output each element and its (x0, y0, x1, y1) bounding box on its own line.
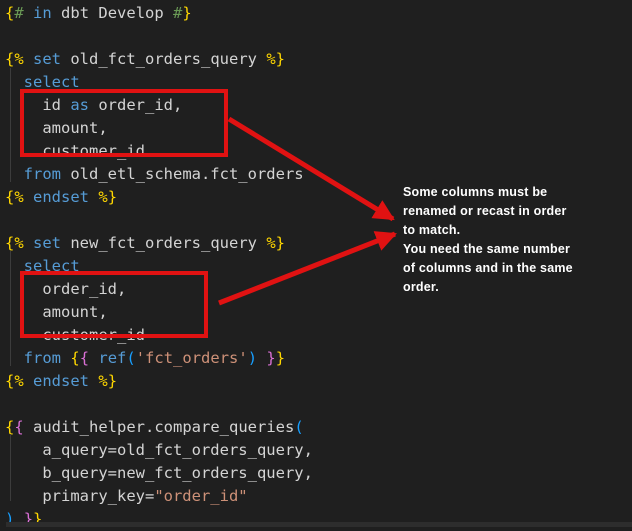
highlight-box-new-columns (20, 271, 208, 338)
code-token (89, 372, 98, 390)
code-line: {{ audit_helper.compare_queries( (5, 416, 313, 439)
code-token: new_fct_orders_query (61, 234, 266, 252)
code-token: a_query=old_fct_orders_query, (5, 441, 313, 459)
code-token: endset (33, 188, 89, 206)
code-token: {% (5, 50, 24, 68)
code-token: in (33, 4, 52, 22)
code-token: endset (33, 372, 89, 390)
code-token: { (14, 418, 23, 436)
code-line: a_query=old_fct_orders_query, (5, 439, 313, 462)
note-line: of columns and in the same (403, 259, 628, 278)
code-token: } (266, 349, 275, 367)
code-token (24, 4, 33, 22)
annotation-note: Some columns must berenamed or recast in… (403, 183, 628, 297)
code-token: # (14, 4, 23, 22)
code-token: primary_key= (5, 487, 154, 505)
code-token: ( (294, 418, 303, 436)
code-token: 'fct_orders' (136, 349, 248, 367)
code-token: set (33, 234, 61, 252)
code-token: %} (98, 188, 117, 206)
code-token (24, 372, 33, 390)
highlight-box-old-columns (20, 89, 228, 157)
code-token: } (276, 349, 285, 367)
code-token (5, 165, 24, 183)
code-token: ) (248, 349, 257, 367)
indent-guide (10, 434, 11, 501)
code-token: from (24, 165, 61, 183)
code-token (24, 50, 33, 68)
code-line: {% endset %} (5, 186, 313, 209)
code-token: {% (5, 234, 24, 252)
code-line: {% set new_fct_orders_query %} (5, 232, 313, 255)
code-token (89, 188, 98, 206)
indent-guide (10, 251, 11, 366)
code-token (89, 349, 98, 367)
code-line: {# in dbt Develop #} (5, 2, 313, 25)
code-token: { (5, 4, 14, 22)
code-token: old_etl_schema.fct_orders (61, 165, 304, 183)
code-line: primary_key="order_id" (5, 485, 313, 508)
code-token: # (173, 4, 182, 22)
code-token: %} (266, 50, 285, 68)
code-token: b_query=new_fct_orders_query, (5, 464, 313, 482)
note-line: to match. (403, 221, 628, 240)
code-token: from (24, 349, 61, 367)
code-token: ref (98, 349, 126, 367)
code-token: } (182, 4, 191, 22)
code-token: set (33, 50, 61, 68)
horizontal-scrollbar[interactable] (6, 522, 632, 527)
code-line (5, 209, 313, 232)
code-token: "order_id" (154, 487, 247, 505)
code-token (257, 349, 266, 367)
code-area[interactable]: {# in dbt Develop #}{% set old_fct_order… (5, 2, 313, 531)
code-token: dbt Develop (52, 4, 173, 22)
code-token: ( (126, 349, 135, 367)
code-line (5, 393, 313, 416)
code-line: from {{ ref('fct_orders') }} (5, 347, 313, 370)
code-line: b_query=new_fct_orders_query, (5, 462, 313, 485)
code-token (24, 234, 33, 252)
code-token (24, 188, 33, 206)
code-line (5, 25, 313, 48)
code-line: {% endset %} (5, 370, 313, 393)
code-token (5, 349, 24, 367)
code-token: %} (266, 234, 285, 252)
code-line: from old_etl_schema.fct_orders (5, 163, 313, 186)
code-line: ) }} (5, 508, 313, 531)
note-line: Some columns must be (403, 183, 628, 202)
code-token (61, 349, 70, 367)
code-token: {% (5, 188, 24, 206)
note-line: order. (403, 278, 628, 297)
note-line: renamed or recast in order (403, 202, 628, 221)
code-token: old_fct_orders_query (61, 50, 266, 68)
code-token: { (80, 349, 89, 367)
note-line: You need the same number (403, 240, 628, 259)
code-token: audit_helper.compare_queries (24, 418, 295, 436)
code-token: %} (98, 372, 117, 390)
indent-guide (10, 68, 11, 182)
code-token: {% (5, 372, 24, 390)
code-line: {% set old_fct_orders_query %} (5, 48, 313, 71)
code-token: { (70, 349, 79, 367)
